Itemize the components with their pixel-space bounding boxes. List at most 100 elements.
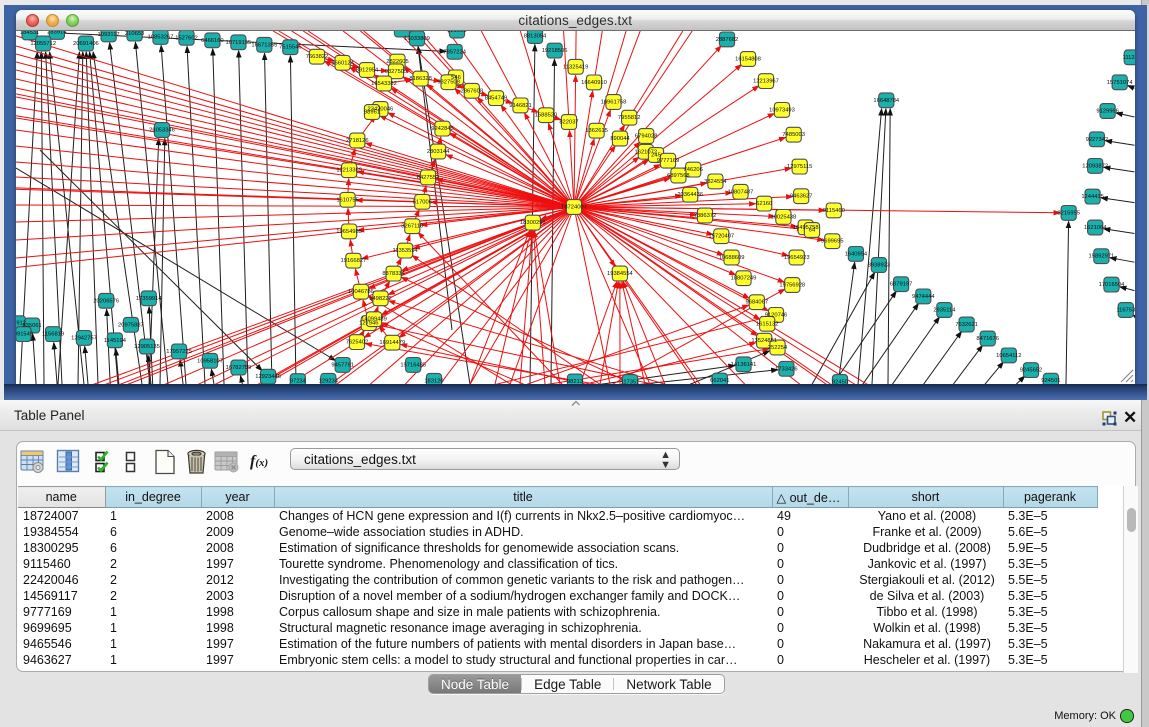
svg-text:1156819: 1156819 — [42, 332, 64, 338]
svg-text:16640910: 16640910 — [581, 80, 607, 86]
svg-text:19166827: 19166827 — [341, 258, 367, 264]
svg-text:210653: 210653 — [125, 31, 144, 37]
svg-text:8878334: 8878334 — [382, 271, 405, 277]
svg-text:184531: 184531 — [20, 31, 39, 36]
svg-text:9327508: 9327508 — [437, 80, 460, 86]
svg-text:9463627: 9463627 — [790, 194, 813, 200]
svg-text:8186328: 8186328 — [409, 76, 432, 82]
svg-text:18300295: 18300295 — [520, 220, 546, 226]
svg-text:1093117: 1093117 — [98, 32, 120, 38]
svg-text:10958107: 10958107 — [197, 358, 223, 364]
svg-text:10807487: 10807487 — [728, 189, 754, 195]
svg-text:8912954: 8912954 — [356, 67, 379, 73]
svg-text:13524851: 13524851 — [751, 338, 777, 344]
svg-text:7955812: 7955812 — [618, 115, 641, 121]
svg-text:8454749: 8454749 — [485, 96, 508, 102]
svg-text:1733426: 1733426 — [775, 366, 798, 372]
svg-text:8471676: 8471676 — [976, 336, 999, 342]
svg-text:9242843: 9242843 — [431, 126, 454, 132]
svg-text:7485003: 7485003 — [782, 132, 805, 138]
svg-text:16961758: 16961758 — [601, 99, 627, 105]
svg-text:9120746: 9120746 — [765, 312, 788, 318]
svg-text:9684067: 9684067 — [746, 300, 769, 306]
svg-text:1621064: 1621064 — [1084, 225, 1107, 231]
svg-text:835061: 835061 — [22, 323, 41, 329]
svg-text:3267110: 3267110 — [401, 224, 423, 230]
svg-text:7663822: 7663822 — [306, 54, 329, 60]
svg-text:18724007: 18724007 — [561, 204, 587, 210]
svg-text:20364436: 20364436 — [677, 192, 703, 198]
svg-text:9777169: 9777169 — [657, 158, 680, 164]
svg-text:12213967: 12213967 — [753, 79, 779, 85]
svg-text:2718126: 2718126 — [346, 138, 369, 144]
svg-text:17016504: 17016504 — [1099, 282, 1126, 288]
svg-text:283914: 283914 — [47, 31, 67, 35]
svg-text:14099489: 14099489 — [361, 317, 387, 323]
svg-text:2803144: 2803144 — [427, 149, 450, 155]
svg-text:15720407: 15720407 — [708, 234, 734, 240]
svg-text:26053346: 26053346 — [149, 127, 175, 133]
svg-text:9227342: 9227342 — [1086, 137, 1109, 143]
svg-text:6897568: 6897568 — [667, 173, 690, 179]
svg-text:15751074: 15751074 — [1107, 80, 1134, 86]
svg-text:9129966: 9129966 — [1096, 108, 1119, 114]
svg-text:8813054: 8813054 — [524, 33, 547, 39]
svg-text:8660124: 8660124 — [331, 60, 354, 66]
svg-text:9474444: 9474444 — [912, 294, 935, 300]
svg-text:12975115: 12975115 — [787, 164, 812, 170]
svg-text:11353594: 11353594 — [392, 248, 418, 254]
svg-text:1362615: 1362615 — [585, 128, 608, 134]
svg-text:3824554: 3824554 — [704, 179, 727, 185]
svg-text:9245652: 9245652 — [1020, 368, 1043, 374]
svg-text:1615132: 1615132 — [756, 321, 779, 327]
svg-text:15716485: 15716485 — [400, 362, 426, 368]
svg-text:7386372: 7386372 — [694, 213, 717, 219]
svg-text:12093872: 12093872 — [1082, 163, 1108, 169]
svg-text:10688609: 10688609 — [719, 255, 745, 261]
svg-text:19654985: 19654985 — [336, 229, 362, 235]
svg-text:19756928: 19756928 — [779, 282, 805, 288]
svg-text:20206576: 20206576 — [93, 298, 119, 304]
svg-text:822037: 822037 — [559, 119, 578, 125]
svg-text:11325419: 11325419 — [563, 64, 588, 70]
svg-text:10973493: 10973493 — [769, 107, 795, 113]
svg-text:19654923: 19654923 — [784, 255, 810, 261]
svg-text:8215955: 8215955 — [1057, 210, 1080, 216]
svg-text:10654112: 10654112 — [996, 353, 1021, 359]
svg-text:16154808: 16154808 — [735, 56, 761, 62]
svg-text:62160: 62160 — [756, 201, 772, 207]
svg-text:12055712: 12055712 — [30, 41, 56, 47]
svg-text:391549: 391549 — [16, 332, 33, 338]
svg-text:12213369: 12213369 — [336, 168, 362, 174]
svg-text:9327505: 9327505 — [385, 69, 408, 75]
svg-text:2887682: 2887682 — [716, 37, 739, 43]
svg-text:116753: 116753 — [1116, 307, 1134, 313]
svg-text:921053: 921053 — [447, 31, 466, 34]
svg-text:20975887: 20975887 — [118, 322, 144, 328]
svg-text:111243: 111243 — [1123, 55, 1135, 61]
svg-text:16033809: 16033809 — [404, 36, 430, 42]
svg-text:9457791: 9457791 — [331, 362, 354, 368]
svg-text:2935114: 2935114 — [933, 307, 956, 313]
svg-text:17359914: 17359914 — [136, 296, 163, 302]
svg-text:7625402: 7625402 — [346, 340, 369, 346]
svg-text:9146821: 9146821 — [509, 103, 532, 109]
svg-text:7857224: 7857224 — [443, 49, 466, 55]
svg-text:16648784: 16648784 — [873, 98, 900, 104]
svg-text:6879197: 6879197 — [890, 282, 913, 288]
svg-text:16914479: 16914479 — [379, 340, 405, 346]
svg-text:1527602: 1527602 — [175, 35, 198, 41]
svg-text:9115460: 9115460 — [823, 208, 845, 214]
svg-text:20691406: 20691406 — [73, 41, 99, 47]
svg-text:7632621: 7632621 — [955, 322, 978, 328]
svg-text:2822605: 2822605 — [386, 59, 409, 65]
svg-text:8427552: 8427552 — [417, 175, 440, 181]
svg-text:6794028: 6794028 — [635, 133, 658, 139]
svg-text:12942757: 12942757 — [71, 335, 97, 341]
svg-text:16671355: 16671355 — [251, 42, 277, 48]
svg-text:64: 64 — [809, 227, 816, 233]
svg-text:9699695: 9699695 — [821, 239, 844, 245]
svg-text:6466160: 6466160 — [201, 38, 224, 44]
svg-text:10046786: 10046786 — [348, 289, 374, 295]
svg-text:517006: 517006 — [413, 199, 432, 205]
